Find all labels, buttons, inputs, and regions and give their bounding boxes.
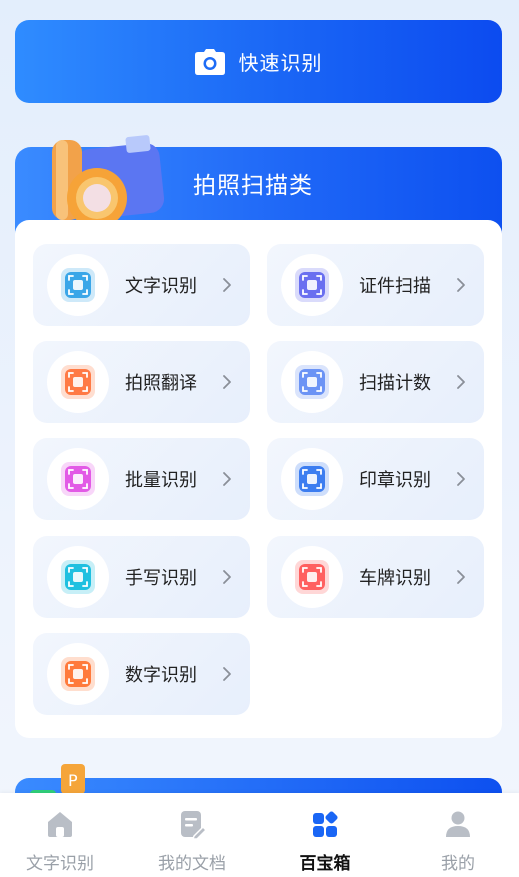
icon-badge xyxy=(47,643,109,705)
chevron-right-icon xyxy=(457,472,465,486)
icon-badge xyxy=(281,448,343,510)
camera-illustration-icon xyxy=(52,135,165,228)
seal-icon xyxy=(295,462,329,496)
tab-label: 我的 xyxy=(441,854,475,874)
tab-label: 文字识别 xyxy=(26,854,94,874)
tab-toolbox[interactable]: 百宝箱 xyxy=(260,793,390,877)
section-title: 拍照扫描类 xyxy=(193,173,313,199)
batch-ocr-icon xyxy=(61,462,95,496)
quick-recognize-button[interactable]: 快速识别 xyxy=(15,20,502,103)
tool-label: 批量识别 xyxy=(125,470,197,491)
chevron-right-icon xyxy=(223,667,231,681)
tool-label: 手写识别 xyxy=(125,568,197,589)
tool-id-card[interactable]: 证件扫描 xyxy=(267,244,484,326)
toolbox-icon xyxy=(313,811,338,837)
chevron-right-icon xyxy=(223,570,231,584)
tool-photo-translate[interactable]: 拍照翻译 xyxy=(33,341,250,423)
icon-badge xyxy=(47,254,109,316)
tool-seal[interactable]: 印章识别 xyxy=(267,438,484,520)
tab-my-documents[interactable]: 我的文档 xyxy=(127,793,257,877)
icon-badge xyxy=(281,351,343,413)
icon-badge xyxy=(281,254,343,316)
tab-text-recognition[interactable]: 文字识别 xyxy=(0,793,125,877)
icon-badge xyxy=(47,546,109,608)
license-plate-icon xyxy=(295,560,329,594)
handwriting-icon xyxy=(61,560,95,594)
text-ocr-icon xyxy=(61,268,95,302)
tool-label: 扫描计数 xyxy=(359,373,431,394)
tool-label: 拍照翻译 xyxy=(125,373,197,394)
tool-scan-count[interactable]: 扫描计数 xyxy=(267,341,484,423)
tool-label: 文字识别 xyxy=(125,276,197,297)
camera-icon xyxy=(194,48,225,75)
id-card-icon xyxy=(295,268,329,302)
tool-license-plate[interactable]: 车牌识别 xyxy=(267,536,484,618)
scan-count-icon xyxy=(295,365,329,399)
chevron-right-icon xyxy=(223,375,231,389)
chevron-right-icon xyxy=(223,278,231,292)
icon-badge xyxy=(47,351,109,413)
user-icon xyxy=(446,811,470,837)
tool-batch-ocr[interactable]: 批量识别 xyxy=(33,438,250,520)
tool-label: 证件扫描 xyxy=(359,276,431,297)
chevron-right-icon xyxy=(457,375,465,389)
chevron-right-icon xyxy=(223,472,231,486)
photo-translate-icon xyxy=(61,365,95,399)
bottom-tab-bar: 文字识别 我的文档 百宝箱 我的 xyxy=(0,793,519,877)
chevron-right-icon xyxy=(457,278,465,292)
tab-mine[interactable]: 我的 xyxy=(393,793,519,877)
tool-handwriting[interactable]: 手写识别 xyxy=(33,536,250,618)
tab-label: 我的文档 xyxy=(158,854,226,874)
quick-recognize-label: 快速识别 xyxy=(238,51,323,75)
icon-badge xyxy=(281,546,343,608)
home-icon xyxy=(48,812,72,837)
tool-label: 印章识别 xyxy=(359,470,431,491)
digit-icon xyxy=(61,657,95,691)
tool-digit[interactable]: 数字识别 xyxy=(33,633,250,715)
tab-label: 百宝箱 xyxy=(299,854,351,874)
icon-badge xyxy=(47,448,109,510)
tool-text-ocr[interactable]: 文字识别 xyxy=(33,244,250,326)
tool-label: 数字识别 xyxy=(125,665,197,686)
svg-text:P: P xyxy=(68,771,78,790)
document-icon xyxy=(181,811,206,839)
chevron-right-icon xyxy=(457,570,465,584)
tool-label: 车牌识别 xyxy=(359,568,431,589)
